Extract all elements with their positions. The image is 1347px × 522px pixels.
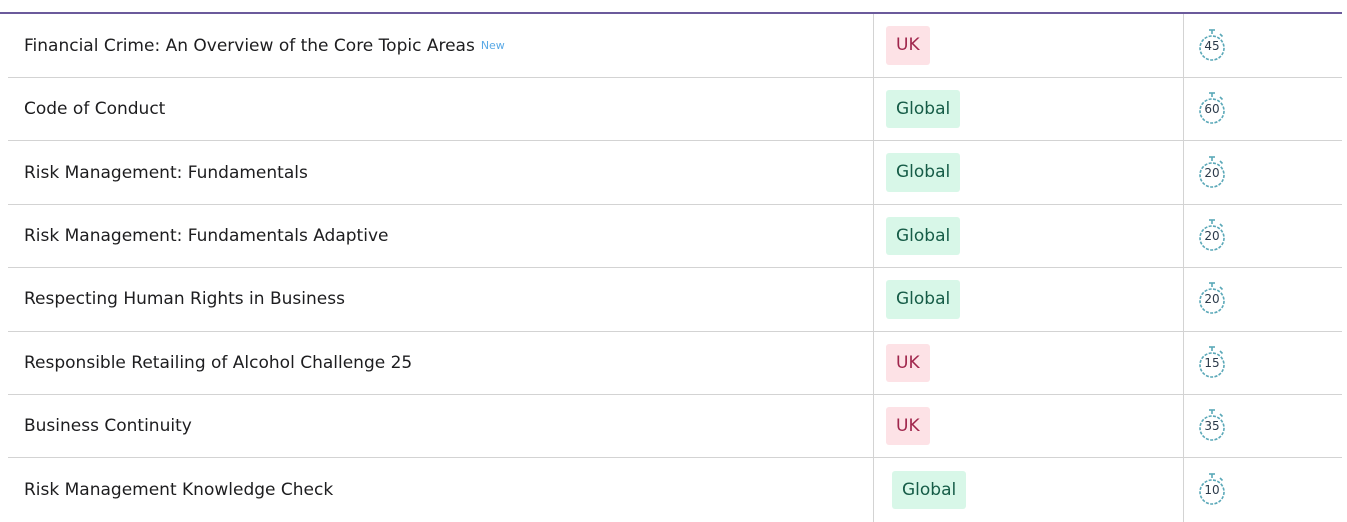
course-title[interactable]: Respecting Human Rights in Business: [24, 289, 345, 309]
duration-cell: 20: [1184, 141, 1342, 203]
course-title-cell: Respecting Human Rights in Business: [8, 268, 874, 331]
course-table: Financial Crime: An Overview of the Core…: [8, 14, 1342, 522]
stopwatch-icon: 15: [1198, 345, 1226, 381]
region-badge: UK: [886, 343, 930, 382]
duration-cell: 45: [1184, 14, 1342, 77]
table-row[interactable]: Code of Conduct Global 60: [8, 78, 1342, 142]
duration-cell: 20: [1184, 205, 1342, 267]
duration-cell: 10: [1184, 458, 1342, 521]
course-title[interactable]: Business Continuity: [24, 416, 192, 436]
duration-value: 35: [1204, 419, 1220, 434]
table-row[interactable]: Business Continuity UK 35: [8, 394, 1342, 459]
region-cell: UK: [874, 394, 1184, 458]
course-title[interactable]: Risk Management: Fundamentals Adaptive: [24, 226, 388, 246]
table-row[interactable]: Respecting Human Rights in Business Glob…: [8, 268, 1342, 332]
table-row[interactable]: Risk Management: Fundamentals Adaptive G…: [8, 204, 1342, 269]
region-badge: Global: [886, 90, 961, 129]
new-tag: New: [480, 39, 505, 52]
course-title[interactable]: Code of Conduct: [24, 99, 165, 119]
region-cell: Global: [874, 78, 1184, 141]
course-title[interactable]: Financial Crime: An Overview of the Core…: [24, 36, 475, 56]
region-cell: UK: [874, 331, 1184, 394]
stopwatch-icon: 20: [1198, 281, 1226, 317]
course-title-cell: Responsible Retailing of Alcohol Challen…: [8, 331, 874, 394]
stopwatch-icon: 45: [1198, 28, 1226, 64]
region-badge: UK: [886, 26, 930, 65]
region-cell: Global: [874, 458, 1184, 522]
table-row[interactable]: Risk Management Knowledge Check Global 1…: [8, 458, 1342, 522]
table-row[interactable]: Financial Crime: An Overview of the Core…: [8, 14, 1342, 78]
course-title[interactable]: Risk Management Knowledge Check: [24, 480, 333, 500]
region-cell: Global: [874, 141, 1184, 204]
course-title[interactable]: Responsible Retailing of Alcohol Challen…: [24, 353, 412, 373]
course-title-cell: Financial Crime: An Overview of the Core…: [8, 14, 874, 77]
course-title-cell: Business Continuity: [8, 394, 874, 458]
course-title-cell: Risk Management: Fundamentals: [8, 141, 874, 204]
course-title-cell: Risk Management Knowledge Check: [8, 458, 874, 522]
region-badge: Global: [892, 470, 967, 510]
course-title-cell: Risk Management: Fundamentals Adaptive: [8, 204, 874, 268]
duration-cell: 35: [1184, 395, 1342, 457]
stopwatch-icon: 35: [1198, 408, 1226, 444]
region-badge: Global: [886, 280, 961, 319]
region-badge: Global: [886, 153, 961, 192]
region-badge: UK: [886, 406, 930, 446]
duration-value: 45: [1204, 38, 1220, 53]
duration-value: 20: [1204, 292, 1220, 307]
duration-cell: 15: [1184, 332, 1342, 394]
course-title[interactable]: Risk Management: Fundamentals: [24, 163, 308, 183]
table-row[interactable]: Responsible Retailing of Alcohol Challen…: [8, 331, 1342, 395]
duration-value: 60: [1204, 102, 1220, 117]
duration-value: 15: [1204, 355, 1220, 370]
stopwatch-icon: 10: [1198, 472, 1226, 508]
region-cell: Global: [874, 268, 1184, 331]
stopwatch-icon: 20: [1198, 218, 1226, 254]
duration-cell: 60: [1184, 78, 1342, 140]
duration-value: 10: [1204, 483, 1220, 498]
duration-value: 20: [1204, 165, 1220, 180]
region-cell: UK: [874, 14, 1184, 77]
course-title-cell: Code of Conduct: [8, 78, 874, 141]
stopwatch-icon: 20: [1198, 155, 1226, 191]
stopwatch-icon: 60: [1198, 91, 1226, 127]
duration-cell: 20: [1184, 268, 1342, 330]
table-row[interactable]: Risk Management: Fundamentals Global 20: [8, 141, 1342, 205]
duration-value: 20: [1204, 228, 1220, 243]
region-cell: Global: [874, 204, 1184, 268]
region-badge: Global: [886, 216, 961, 256]
